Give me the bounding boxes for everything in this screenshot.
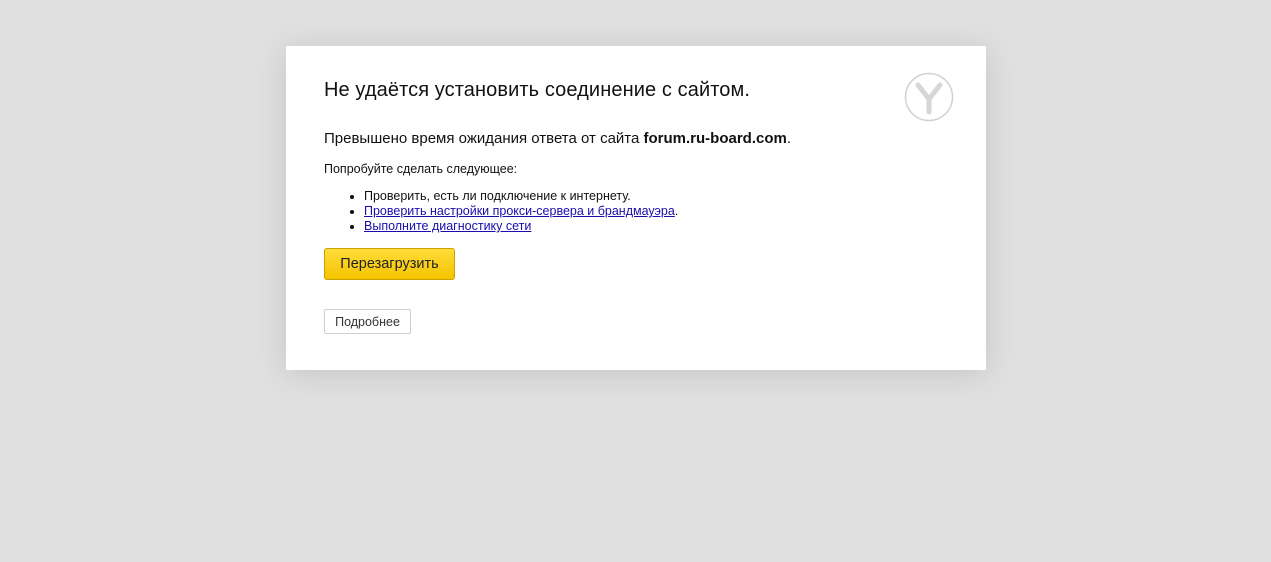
error-card: Не удаётся установить соединение с сайто… — [286, 46, 986, 370]
yandex-browser-logo-icon — [904, 72, 954, 122]
run-diagnostics-link[interactable]: Выполните диагностику сети — [364, 219, 531, 233]
list-item: Выполните диагностику сети — [364, 219, 678, 234]
check-connection-text: Проверить, есть ли подключение к интерне… — [364, 189, 631, 203]
list-item: Проверить, есть ли подключение к интерне… — [364, 189, 678, 204]
suggestion-list: Проверить, есть ли подключение к интерне… — [324, 189, 678, 234]
site-host: forum.ru-board.com — [643, 130, 787, 147]
try-label: Попробуйте сделать следующее: — [324, 162, 518, 176]
error-description: Превышено время ожидания ответа от сайта… — [324, 130, 791, 147]
check-proxy-suffix: . — [674, 204, 679, 218]
description-prefix: Превышено время ожидания ответа от сайта — [324, 130, 640, 147]
list-item: Проверить настройки прокси-сервера и бра… — [364, 204, 678, 219]
reload-button[interactable]: Перезагрузить — [324, 248, 455, 280]
check-proxy-link[interactable]: Проверить настройки прокси-сервера и бра… — [364, 204, 675, 218]
description-suffix: . — [786, 130, 792, 147]
details-button[interactable]: Подробнее — [324, 309, 411, 334]
error-title: Не удаётся установить соединение с сайто… — [324, 79, 750, 101]
